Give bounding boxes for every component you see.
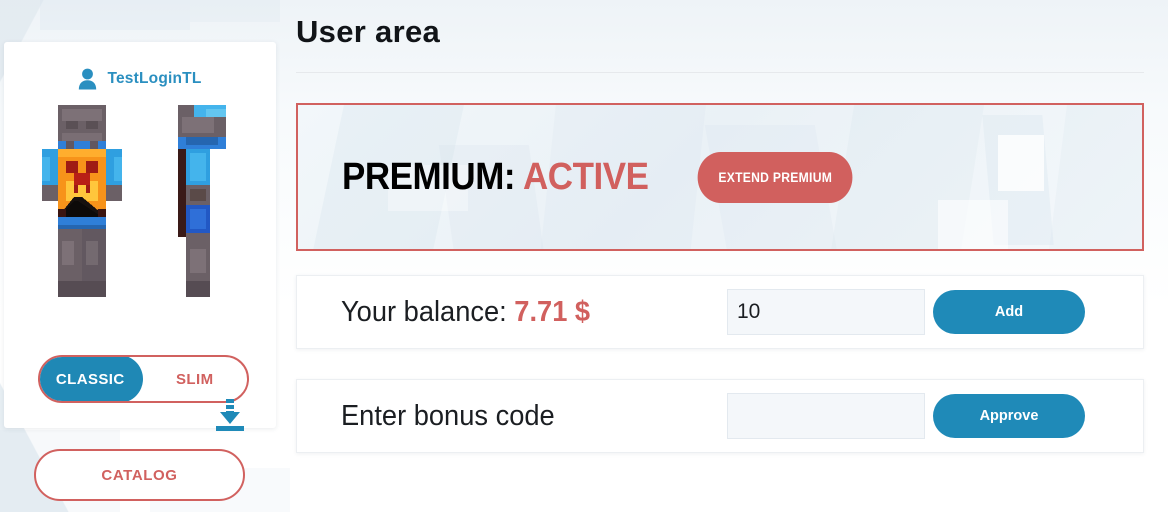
title-divider: [296, 72, 1144, 73]
skin-side-view: [178, 105, 226, 297]
balance-row: Your balance: 7.71 $ Add: [296, 275, 1144, 349]
bonus-code-row: Enter bonus code Approve: [296, 379, 1144, 453]
toggle-classic-label: CLASSIC: [55, 370, 125, 388]
premium-status-text: PREMIUM: ACTIVE: [342, 155, 649, 199]
toggle-slim-label: SLIM: [176, 370, 214, 388]
skin-preview: [4, 105, 276, 431]
premium-banner: PREMIUM: ACTIVE EXTEND PREMIUM: [296, 103, 1144, 251]
download-icon[interactable]: [208, 393, 252, 437]
balance-label: Your balance: 7.71 $: [341, 296, 590, 329]
add-balance-button[interactable]: Add: [933, 290, 1085, 334]
balance-amount-input[interactable]: [727, 289, 925, 335]
user-sidebar-card: TestLoginTL CLASSIC SLIM: [4, 42, 276, 431]
balance-label-prefix: Your balance:: [341, 295, 507, 328]
page-title: User area: [296, 14, 441, 49]
premium-status-value: ACTIVE: [523, 155, 649, 198]
skin-front-view: [42, 105, 122, 297]
toggle-option-classic[interactable]: CLASSIC: [40, 357, 143, 401]
main-content: User area PREMIUM: ACTIVE EXTEND PREMIUM…: [296, 0, 1144, 512]
balance-amount: 7.71 $: [514, 295, 591, 328]
bonus-code-input[interactable]: [727, 393, 925, 439]
bg-shape-2: [190, 0, 280, 22]
user-name: TestLoginTL: [107, 70, 202, 87]
bg-shape-1: [40, 0, 190, 30]
catalog-button-label: CATALOG: [101, 466, 178, 484]
extend-premium-button[interactable]: EXTEND PREMIUM: [697, 151, 853, 203]
approve-bonus-button[interactable]: Approve: [933, 394, 1085, 438]
user-identity: TestLoginTL: [4, 68, 276, 90]
premium-banner-content: PREMIUM: ACTIVE EXTEND PREMIUM: [342, 105, 862, 249]
user-icon: [78, 68, 97, 90]
catalog-button[interactable]: CATALOG: [34, 449, 245, 501]
premium-label: PREMIUM:: [342, 155, 516, 198]
bonus-code-label: Enter bonus code: [341, 399, 555, 432]
